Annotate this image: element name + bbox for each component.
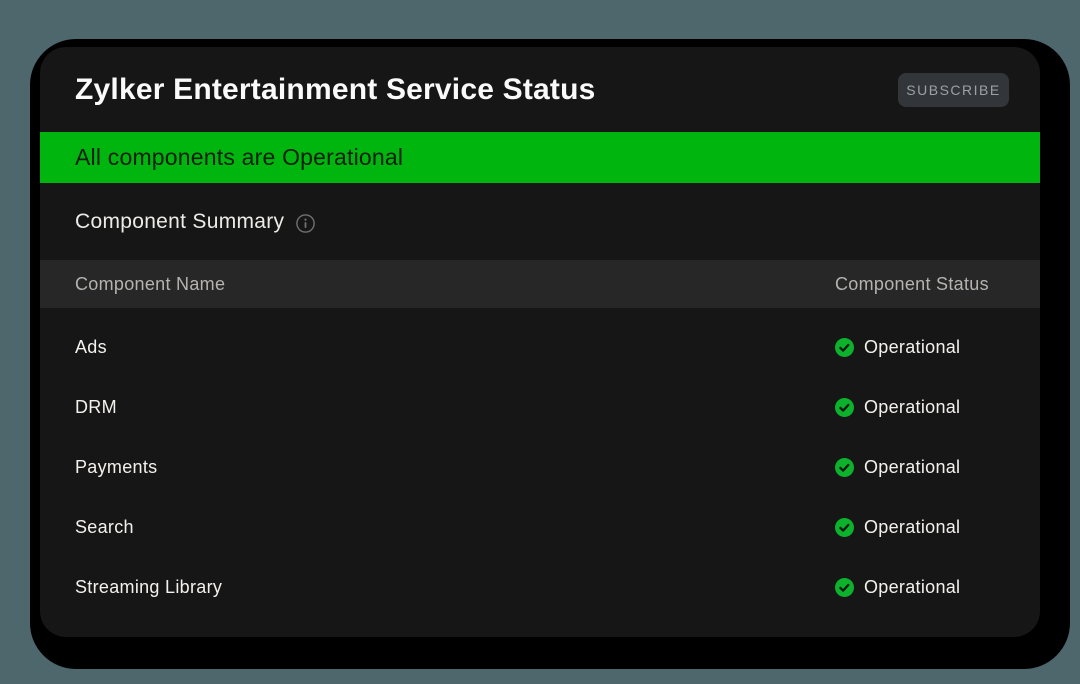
component-name: Search	[75, 517, 835, 538]
component-status: Operational	[835, 397, 1010, 418]
check-circle-icon	[835, 578, 854, 597]
component-status: Operational	[835, 457, 1010, 478]
component-status-label: Operational	[864, 337, 960, 358]
check-circle-icon	[835, 338, 854, 357]
column-header-component-status: Component Status	[835, 274, 1010, 295]
subscribe-button[interactable]: SUBSCRIBE	[898, 73, 1009, 107]
component-name: Streaming Library	[75, 577, 835, 598]
overall-status-banner: All components are Operational	[40, 132, 1040, 183]
table-row: DRM Operational	[75, 377, 1010, 437]
component-status-label: Operational	[864, 457, 960, 478]
component-summary-section: Component Summary	[40, 183, 1040, 260]
component-status-label: Operational	[864, 577, 960, 598]
table-row: Payments Operational	[75, 437, 1010, 497]
check-circle-icon	[835, 398, 854, 417]
component-rows: Ads Operational DRM Operational Paymen	[40, 308, 1040, 637]
component-name: DRM	[75, 397, 835, 418]
overall-status-text: All components are Operational	[75, 144, 403, 171]
component-status-label: Operational	[864, 517, 960, 538]
card-header: Zylker Entertainment Service Status SUBS…	[40, 47, 1040, 132]
component-name: Ads	[75, 337, 835, 358]
check-circle-icon	[835, 458, 854, 477]
component-status: Operational	[835, 577, 1010, 598]
component-status-label: Operational	[864, 397, 960, 418]
check-circle-icon	[835, 518, 854, 537]
page-background: { "header": { "title": "Zylker Entertain…	[0, 0, 1080, 684]
component-summary-title: Component Summary	[75, 210, 284, 234]
table-header-row: Component Name Component Status	[40, 260, 1040, 308]
info-circle-icon[interactable]	[296, 214, 315, 233]
component-status: Operational	[835, 337, 1010, 358]
column-header-component-name: Component Name	[75, 274, 835, 295]
status-card: Zylker Entertainment Service Status SUBS…	[40, 47, 1040, 637]
component-name: Payments	[75, 457, 835, 478]
component-status: Operational	[835, 517, 1010, 538]
table-row: Ads Operational	[75, 317, 1010, 377]
page-title: Zylker Entertainment Service Status	[75, 73, 596, 107]
table-row: Streaming Library Operational	[75, 557, 1010, 617]
table-row: Search Operational	[75, 497, 1010, 557]
